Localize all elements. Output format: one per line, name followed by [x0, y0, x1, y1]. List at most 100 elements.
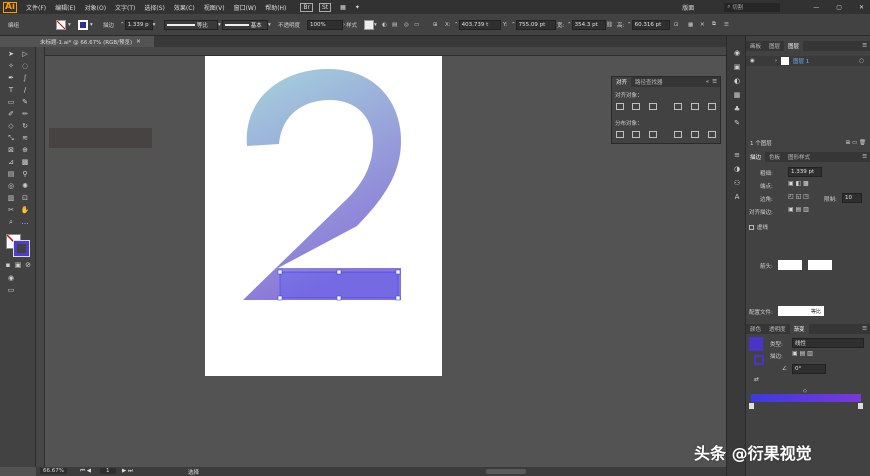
artboard[interactable] [205, 56, 442, 376]
menu-file[interactable]: 文件(F) [26, 3, 46, 12]
w-value[interactable]: 354.3 pt [571, 19, 606, 30]
new-layer-icon[interactable]: ⊞ ▭ 🗑 [846, 140, 866, 146]
stroke-weight-value[interactable]: 1.339 p [124, 19, 153, 30]
curvature-tool-icon[interactable]: ∫ [20, 73, 30, 83]
symbols-panel-icon[interactable]: ♣ [732, 104, 742, 114]
type-panel-icon[interactable]: A [732, 192, 742, 202]
x-value[interactable]: 403.739 t [458, 19, 501, 30]
cap-buttons[interactable]: ▣ ◧ ▩ [788, 180, 809, 187]
pen-tool-icon[interactable]: ✒ [6, 73, 16, 83]
tab-color[interactable]: 颜色 [746, 324, 765, 334]
shape-builder-icon[interactable]: ⊕ [20, 145, 30, 155]
appearance-panel-icon[interactable]: ⚇ [732, 178, 742, 188]
eyedropper-tool-icon[interactable]: ⚲ [20, 169, 30, 179]
h-field[interactable]: ⌃ 60.316 pt [627, 19, 670, 30]
tab-align[interactable]: 对齐 [612, 77, 632, 87]
mesh-tool-icon[interactable]: ▩ [20, 157, 30, 167]
align-left-icon[interactable] [616, 103, 624, 110]
zoom-level[interactable]: 66.67% [40, 468, 67, 474]
y-field[interactable]: ⌃ 755.09 pt [511, 19, 556, 30]
cross-icon[interactable]: ✕ [700, 19, 705, 30]
expand-chevron-icon[interactable]: › [775, 58, 777, 64]
weight-field[interactable]: 1.339 pt [788, 167, 822, 177]
slice-tool-icon[interactable]: ✂ [6, 205, 16, 215]
tab-swatches[interactable]: 色板 [765, 152, 784, 162]
tab-gradient[interactable]: 渐变 [789, 324, 809, 334]
anchor-point[interactable] [336, 295, 342, 301]
menu-window[interactable]: 窗口(W) [234, 3, 257, 12]
anchor-point[interactable] [395, 295, 401, 301]
menu-edit[interactable]: 编辑(E) [55, 3, 75, 12]
panel-menu-icon[interactable]: ☰ [862, 43, 867, 49]
layer-row[interactable]: ◉ › 图层 1 ○ [746, 56, 870, 66]
distribute-left-icon[interactable] [674, 131, 682, 138]
gradient-type-select[interactable]: 线性 [792, 338, 864, 348]
tab-stroke[interactable]: 描边 [746, 152, 766, 162]
gradient-preview-swatch[interactable] [749, 337, 763, 351]
close-tab-icon[interactable]: ✕ [136, 39, 141, 45]
isolate-icon[interactable]: ▭ [414, 19, 419, 30]
h-value[interactable]: 60.316 pt [631, 19, 670, 30]
libraries-panel-icon[interactable]: ▣ [732, 62, 742, 72]
rotate-tool-icon[interactable]: ↻ [20, 121, 30, 131]
tab-graphic-styles[interactable]: 图形样式 [784, 152, 814, 162]
transform-ref-icon[interactable]: ⊞ [433, 19, 438, 30]
anchor-point[interactable] [336, 269, 342, 275]
gradient-stroke-buttons[interactable]: ▣ ▤ ▥ [792, 350, 813, 357]
pathfinder-icon[interactable]: ⧉ [712, 19, 716, 30]
anchor-point[interactable] [277, 295, 283, 301]
eraser-tool-icon[interactable]: ◇ [6, 121, 16, 131]
tab-transparency[interactable]: 透明度 [765, 324, 790, 334]
variable-width-profile[interactable]: 等比 ▾ [164, 19, 221, 30]
document-tab[interactable]: 未标题-1.ai* @ 66.67% (RGB/预览) ✕ [36, 36, 154, 47]
direct-selection-tool-icon[interactable]: ▷ [20, 49, 30, 59]
menu-view[interactable]: 视图(V) [204, 3, 225, 12]
corner-buttons[interactable]: ◰ ◱ ◳ [788, 193, 809, 200]
brushes-panel-icon[interactable]: ✎ [732, 118, 742, 128]
magic-wand-icon[interactable]: ✧ [6, 61, 16, 71]
tab-layers[interactable]: 图层 [784, 41, 804, 51]
stock-icon[interactable]: St [318, 2, 332, 12]
anchor-point[interactable] [277, 269, 283, 275]
gradient-mode-icon[interactable]: ▣ [13, 260, 23, 270]
menu-help[interactable]: 帮助(H) [265, 3, 286, 12]
menu-effect[interactable]: 效果(C) [174, 3, 195, 12]
brush-definition[interactable]: 基本 ▾ [222, 19, 271, 30]
horizontal-scrollbar[interactable] [486, 469, 526, 474]
anchor-point[interactable] [395, 269, 401, 275]
symbol-sprayer-icon[interactable]: ✺ [20, 181, 30, 191]
gray-rectangle-object[interactable] [49, 128, 152, 148]
scale-tool-icon[interactable]: ⤡ [6, 133, 16, 143]
panel-menu-icon[interactable]: ☰ [712, 79, 717, 85]
distribute-vcenter-icon[interactable] [632, 131, 640, 138]
limit-field[interactable]: 10 [842, 193, 862, 203]
fill-swatch[interactable]: ▾ [56, 19, 71, 30]
align-bottom-icon[interactable] [708, 103, 716, 110]
profile-select[interactable]: 等比 [778, 306, 824, 316]
swatches-panel-icon[interactable]: ▦ [732, 90, 742, 100]
opacity-field[interactable]: 100% › [307, 19, 345, 30]
shaper-tool-icon[interactable]: ✐ [6, 109, 16, 119]
free-transform-icon[interactable]: ⊠ [6, 145, 16, 155]
gradient-tool-icon[interactable]: ▤ [6, 169, 16, 179]
angle-field[interactable]: 0° [792, 364, 826, 374]
transparency-panel-icon[interactable]: ◑ [732, 164, 742, 174]
menu-object[interactable]: 对象(O) [85, 3, 106, 12]
tab-layers-alt[interactable]: 图层 [765, 41, 784, 51]
search-field[interactable]: ⌕ 切割 [724, 2, 781, 12]
color-guide-icon[interactable]: ◐ [732, 76, 742, 86]
screen-mode-icon[interactable]: ▭ [6, 285, 16, 295]
align-icon[interactable]: ▤ [392, 19, 397, 30]
properties-panel-icon[interactable]: ◉ [732, 48, 742, 58]
arrange-docs-icon[interactable]: ▦ [340, 4, 346, 11]
line-tool-icon[interactable]: / [20, 85, 30, 95]
gradient-stop-right[interactable] [858, 403, 863, 409]
panel-menu-icon[interactable]: ☰ [862, 326, 867, 332]
gradient-stop-left[interactable] [749, 403, 754, 409]
type-tool-icon[interactable]: T [6, 85, 16, 95]
gpu-icon[interactable]: ✦ [355, 4, 360, 11]
menu-type[interactable]: 文字(T) [115, 3, 135, 12]
selection-tool-icon[interactable]: ➤ [6, 49, 16, 59]
workspace-switcher[interactable]: 版面 [682, 3, 694, 12]
close-button[interactable]: ✕ [859, 4, 864, 11]
